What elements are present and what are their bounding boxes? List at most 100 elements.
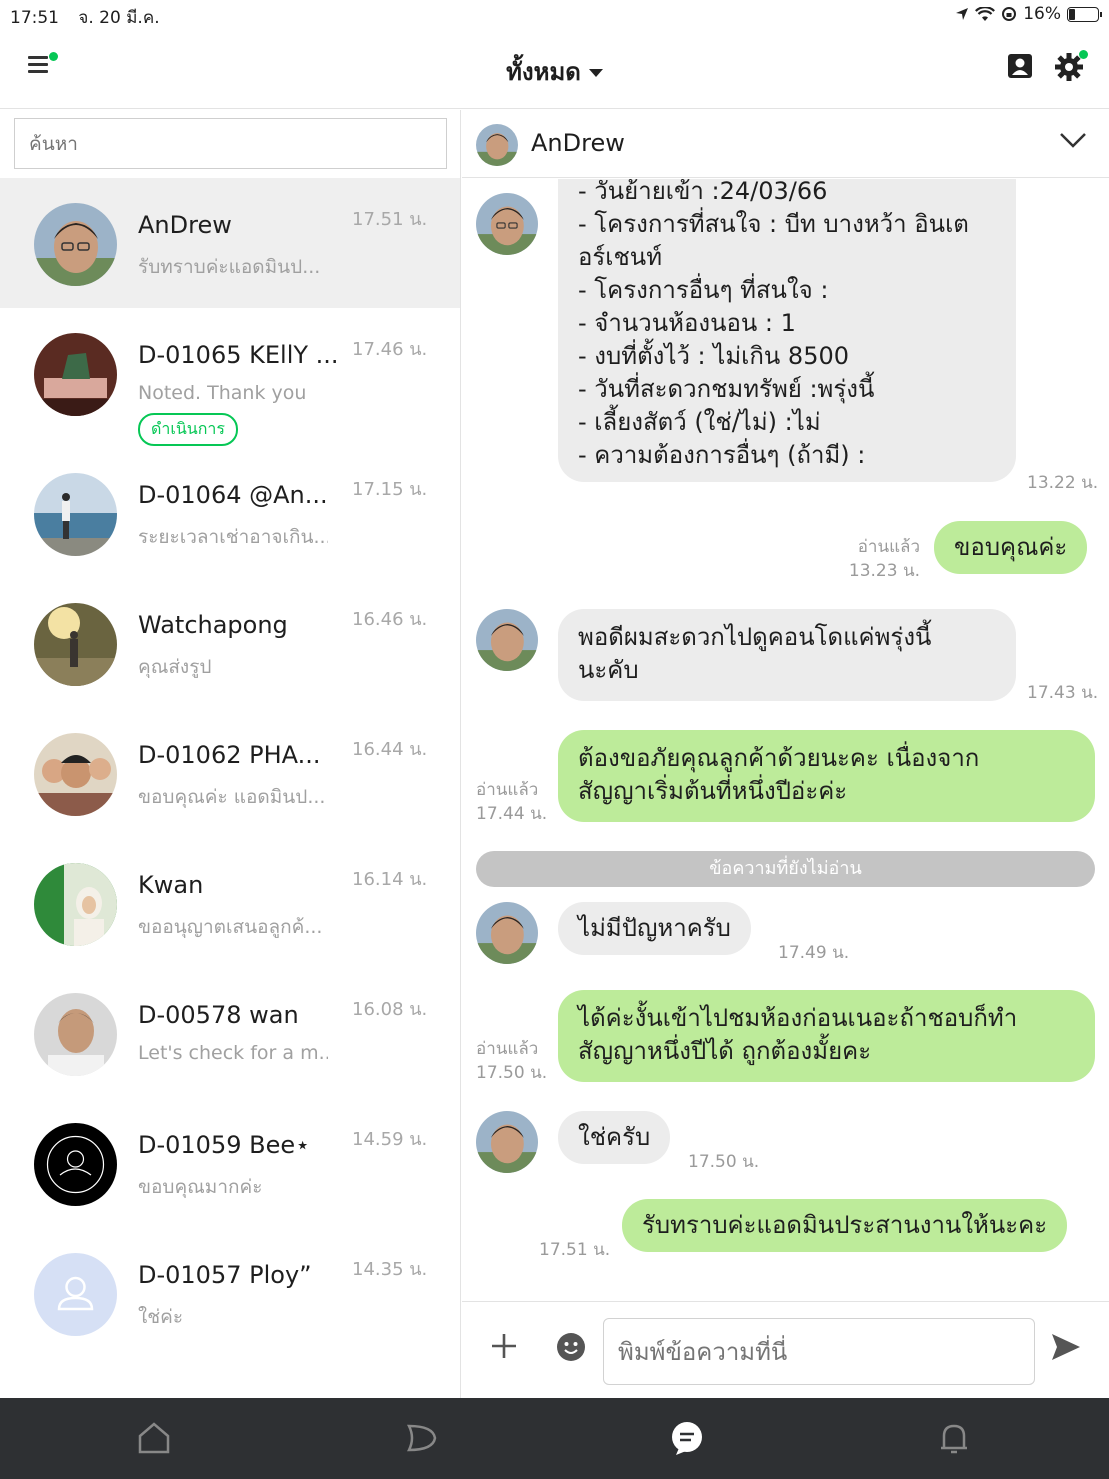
message-line: พอดีผมสะดวกไปดูคอนโดแค่พรุ่งนี้ — [578, 623, 932, 651]
chat-name: D-01059 Bee⋆ — [138, 1131, 311, 1159]
send-icon[interactable] — [1050, 1332, 1082, 1362]
chat-preview: คุณส่งรูป — [138, 656, 212, 678]
message-line: ได้ค่ะงั้นเข้าไปชมห้องก่อนเนอะถ้าชอบก็ทำ — [578, 1004, 1018, 1032]
chat-item-watchapong[interactable]: Watchapong คุณส่งรูป 16.46 น. — [0, 568, 460, 698]
chat-time: 14.59 น. — [352, 1129, 428, 1150]
chat-list: AnDrew รับทราบค่ะแอดมินป... 17.51 น. D-0… — [0, 178, 460, 1348]
battery-icon — [1067, 6, 1102, 22]
message-bubble-outgoing[interactable]: รับทราบค่ะแอดมินประสานงานให้นะคะ — [622, 1199, 1068, 1252]
message-line: - วันที่สะดวกชมทรัพย์ :พรุ่งนี้ — [578, 375, 875, 403]
chat-preview: ขออนุญาตเสนอลูกค้... — [138, 916, 323, 938]
message-time: 17.43 น. — [1027, 683, 1099, 703]
chat-preview: ใช่ค่ะ — [138, 1306, 184, 1328]
message-meta: อ่านแล้ว 17.50 น. — [476, 1037, 547, 1085]
message-bubble-outgoing[interactable]: ต้องขอภัยคุณลูกค้าด้วยนะคะ เนื่องจาก สัญ… — [558, 730, 1095, 822]
avatar — [34, 203, 117, 286]
chat-name: Kwan — [138, 871, 204, 899]
avatar[interactable] — [476, 1111, 538, 1173]
chat-item-d00578[interactable]: D-00578 wan Let's check for a m... 16.08… — [0, 958, 460, 1088]
chat-name: D-01064 @An... — [138, 481, 328, 509]
avatar — [34, 603, 117, 686]
chat-time: 17.15 น. — [352, 479, 428, 500]
message-bubble-incoming[interactable]: พอดีผมสะดวกไปดูคอนโดแค่พรุ่งนี้ นะคับ — [558, 609, 1016, 701]
avatar[interactable] — [476, 193, 538, 255]
message-time: 13.22 น. — [1027, 473, 1099, 493]
message-line: - จำนวนห้องนอน : 1 — [578, 309, 796, 337]
avatar[interactable] — [476, 609, 538, 671]
message-line: ใช่ครับ — [578, 1123, 651, 1151]
avatar — [34, 733, 117, 816]
chat-time: 16.14 น. — [352, 869, 428, 890]
chat-preview: Let's check for a m... — [138, 1042, 328, 1064]
conversation-header: AnDrew — [462, 110, 1109, 178]
avatar — [34, 863, 117, 946]
chat-preview: ขอบคุณค่ะ แอดมินป... — [138, 786, 326, 808]
bottom-navigation — [0, 1398, 1109, 1479]
avatar[interactable] — [476, 902, 538, 964]
message-input[interactable] — [603, 1318, 1035, 1385]
chat-list-panel: AnDrew รับทราบค่ะแอดมินป... 17.51 น. D-0… — [0, 110, 461, 1398]
read-receipt: อ่านแล้ว — [476, 1039, 539, 1059]
chat-time: 16.46 น. — [352, 609, 428, 630]
avatar — [34, 333, 117, 416]
message-time: 17.51 น. — [539, 1240, 611, 1260]
chat-name: D-01057 Ploy” — [138, 1261, 312, 1289]
message-bubble-incoming[interactable]: ใช่ครับ — [558, 1111, 671, 1164]
message-bubble-incoming[interactable]: - วันย้ายเข้า :24/03/66 - โครงการที่สนใจ… — [558, 179, 1016, 482]
chat-name: Watchapong — [138, 611, 288, 639]
message-time: 17.44 น. — [476, 804, 548, 824]
chat-time: 17.46 น. — [352, 339, 428, 360]
chat-item-d01057[interactable]: D-01057 Ploy” ใช่ค่ะ 14.35 น. — [0, 1218, 460, 1348]
conversation-panel: AnDrew - วันย้ายเข้า :24/03/66 - โครงการ… — [462, 110, 1109, 1398]
message-line: - โครงการอื่นๆ ที่สนใจ : — [578, 276, 829, 304]
default-avatar-icon — [34, 1253, 117, 1336]
conversation-title: AnDrew — [531, 129, 625, 157]
settings-button[interactable] — [1054, 50, 1088, 82]
message-line: - โครงการที่สนใจ : บีท บางหว้า อินเต — [578, 210, 969, 238]
plus-icon[interactable] — [490, 1332, 518, 1360]
status-bar: 17:51 จ. 20 มี.ค. 16% — [0, 0, 1109, 30]
chat-icon[interactable] — [667, 1418, 707, 1458]
message-bubble-outgoing[interactable]: ได้ค่ะงั้นเข้าไปชมห้องก่อนเนอะถ้าชอบก็ทำ… — [558, 990, 1095, 1082]
message-line: รับทราบค่ะแอดมินประสานงานให้นะคะ — [642, 1211, 1048, 1239]
chat-item-andrew[interactable]: AnDrew รับทราบค่ะแอดมินป... 17.51 น. — [0, 178, 460, 308]
message-line: ต้องขอภัยคุณลูกค้าด้วยนะคะ เนื่องจาก — [578, 744, 980, 772]
bell-icon[interactable] — [934, 1418, 974, 1458]
chat-name: D-01062 PHA... — [138, 741, 321, 769]
contacts-icon — [1008, 54, 1032, 78]
chat-item-d01062[interactable]: D-01062 PHA... ขอบคุณค่ะ แอดมินป... 16.4… — [0, 698, 460, 828]
avatar[interactable] — [476, 124, 518, 166]
message-line: - วันย้ายเข้า :24/03/66 — [578, 179, 828, 205]
chat-name: D-01065 KEllY ... — [138, 341, 338, 369]
message-bubble-incoming[interactable]: ไม่มีปัญหาครับ — [558, 902, 751, 955]
top-header: ทั้งหมด — [0, 30, 1109, 109]
message-time: 13.23 น. — [848, 561, 920, 581]
emoji-icon[interactable] — [556, 1332, 586, 1362]
avatar — [34, 473, 117, 556]
chevron-down-icon[interactable] — [1059, 130, 1087, 150]
avatar — [34, 1123, 117, 1206]
chat-time: 14.35 น. — [352, 1259, 428, 1280]
battery-percent: 16% — [1023, 4, 1061, 24]
message-line: ไม่มีปัญหาครับ — [578, 914, 731, 942]
chat-item-d01065[interactable]: D-01065 KEllY ... Noted. Thank you 17.46… — [0, 308, 460, 446]
chat-item-d01064[interactable]: D-01064 @An... ระยะเวลาเช่าอาจเกิน... 17… — [0, 438, 460, 568]
chat-preview: ระยะเวลาเช่าอาจเกิน... — [138, 526, 328, 548]
message-list: - วันย้ายเข้า :24/03/66 - โครงการที่สนใจ… — [462, 179, 1109, 1300]
message-meta: อ่านแล้ว 17.44 น. — [476, 778, 547, 826]
message-line: สัญญาหนึ่งปีได้ ถูกต้องมั้ยคะ — [578, 1037, 872, 1065]
home-icon[interactable] — [134, 1418, 174, 1458]
message-bubble-outgoing[interactable]: ขอบคุณค่ะ — [934, 521, 1088, 574]
chat-filter-dropdown[interactable]: ทั้งหมด — [0, 52, 1109, 91]
rotation-lock-icon — [1002, 7, 1017, 21]
timeline-icon[interactable] — [401, 1418, 441, 1458]
read-receipt: อ่านแล้ว — [857, 537, 920, 557]
contacts-button[interactable] — [1006, 52, 1034, 80]
chat-item-kwan[interactable]: Kwan ขออนุญาตเสนอลูกค้... 16.14 น. — [0, 828, 460, 958]
message-line: ขอบคุณค่ะ — [954, 533, 1068, 561]
search-input[interactable] — [14, 118, 447, 169]
message-time: 17.50 น. — [476, 1063, 548, 1083]
avatar — [34, 993, 117, 1076]
chat-item-d01059[interactable]: D-01059 Bee⋆ ขอบคุณมากค่ะ 14.59 น. — [0, 1088, 460, 1218]
filter-label: ทั้งหมด — [506, 58, 581, 86]
